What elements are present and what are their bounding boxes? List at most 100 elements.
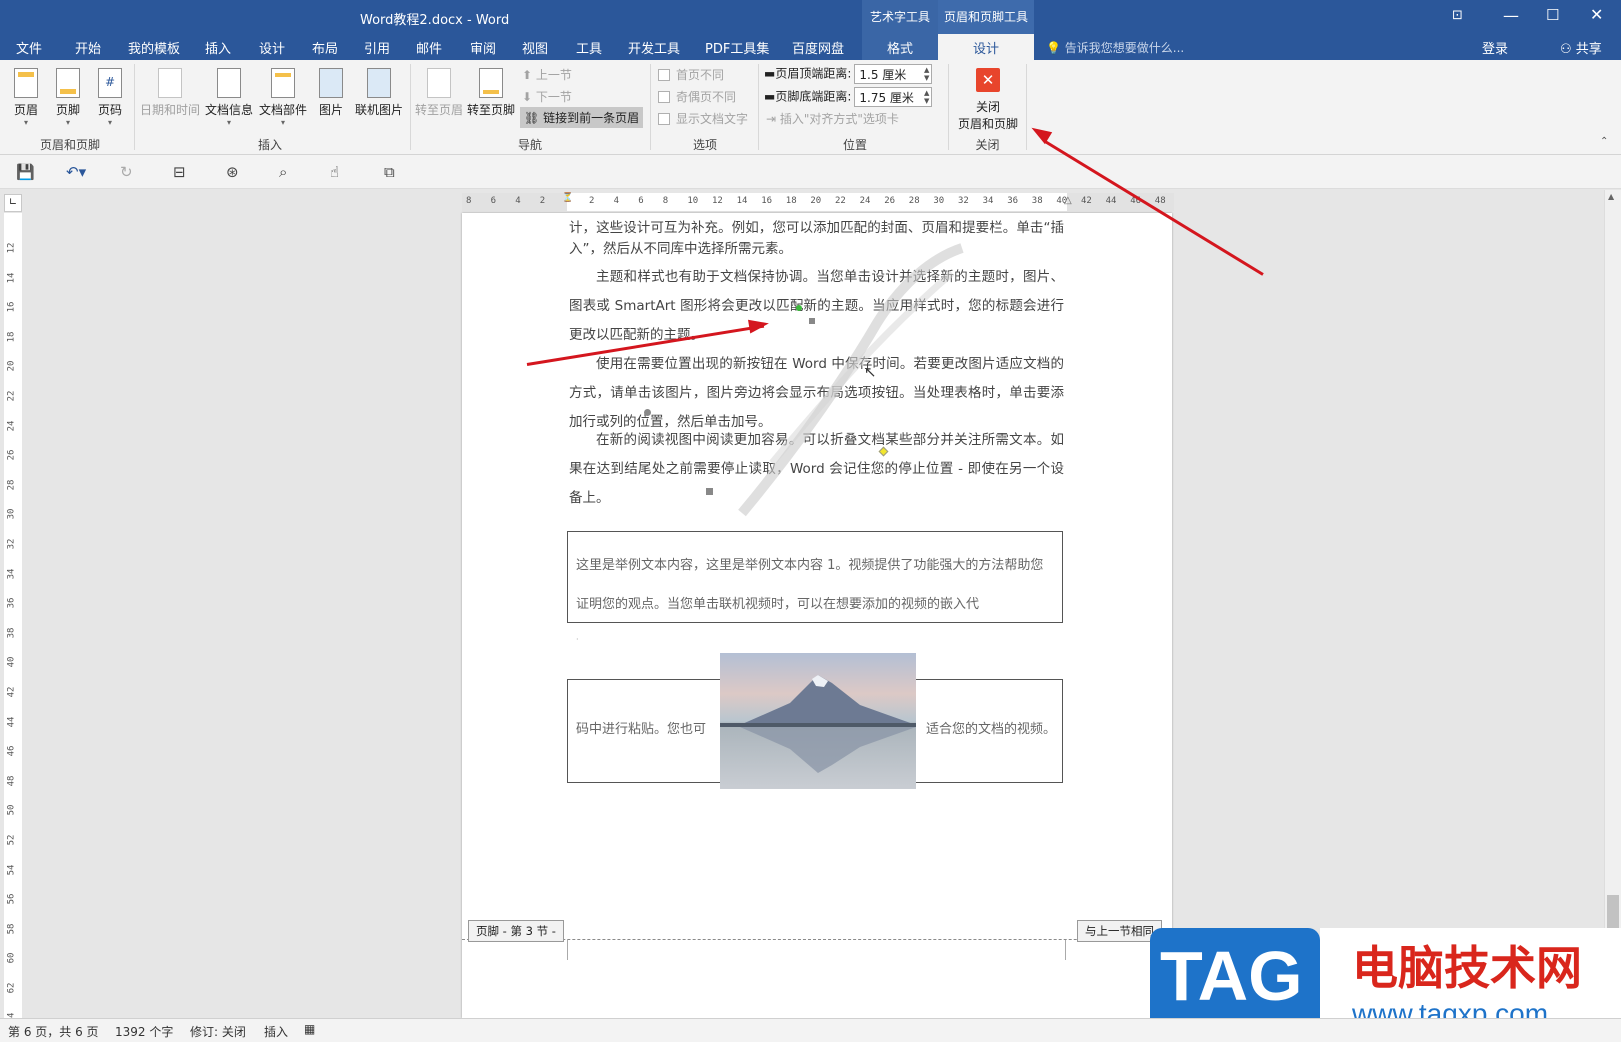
horizontal-ruler[interactable]: 8 6 4 2 2 4 6 8 10 12 14 16 18 20 22 24 26 28 30 32 34 36 38 40… [462,193,1174,211]
mountain-icon [720,675,916,773]
vertical-scrollbar[interactable]: ▲ [1604,190,1621,1018]
tab-file[interactable]: 文件 [16,38,42,57]
undo-icon[interactable]: ↶▾ [66,163,86,181]
scroll-up-icon[interactable]: ▲ [1608,192,1614,201]
touch-mode-icon[interactable]: ☝ [330,163,339,181]
tab-stop-selector[interactable]: ∟ [4,194,22,212]
docinfo-icon [217,68,241,98]
resize-handle[interactable] [644,409,651,416]
close-header-footer-button[interactable]: ✕ 关闭 页眉和页脚 [952,68,1024,132]
link-to-previous-button[interactable]: ⛓ 链接到前一条页眉 [520,107,644,128]
ruler-tick-label: 26 [884,196,896,206]
mountain-lake-picture[interactable] [720,653,916,789]
ruler-tick-label: 14 [6,272,17,284]
wordart-shape[interactable] [702,223,1012,523]
status-page[interactable]: 第 6 页，共 6 页 [8,1023,99,1040]
ruler-tick-label: 60 [6,952,17,964]
goto-header-button[interactable]: 转至页眉 [414,68,464,118]
datetime-button[interactable]: 日期和时间 [140,68,200,118]
globe-picture-icon [367,68,391,98]
tab-view[interactable]: 视图 [522,38,548,57]
header-button[interactable]: 页眉 ▾ [10,68,42,127]
tell-me-box[interactable]: 💡 告诉我您想要做什么... [1046,39,1184,56]
customize-icon[interactable]: ⧉ [384,163,395,181]
ruler-tick-label: 36 [6,597,17,609]
tab-pdftools[interactable]: PDF工具集 [705,38,769,57]
picture-button[interactable]: 图片 [314,68,348,118]
odd-even-diff-checkbox[interactable]: 奇偶页不同 [658,88,736,105]
indent-marker-icon[interactable]: ⏳ [562,193,573,203]
minimize-button[interactable]: — [1503,6,1519,25]
show-doc-text-checkbox[interactable]: 显示文档文字 [658,110,748,127]
online-picture-button[interactable]: 联机图片 [352,68,406,118]
ruler-tick-label: 4 [515,196,521,206]
text-box-1[interactable]: 这里是举例文本内容，这里是举例文本内容 1。视频提供了功能强大的方法帮助您证明您… [567,531,1063,623]
resize-handle[interactable] [706,488,713,495]
redo-icon[interactable]: ↻ [120,163,133,181]
tab-mailings[interactable]: 邮件 [416,38,442,57]
spin-up-icon[interactable]: ▲ [924,89,929,97]
tab-developer[interactable]: 开发工具 [628,38,680,57]
ribbon-display-icon[interactable]: ⊡ [1452,8,1463,23]
status-track-changes[interactable]: 修订: 关闭 [190,1023,246,1040]
tab-mytemplates[interactable]: 我的模板 [128,38,180,57]
footer-icon [56,68,80,98]
ruler-tick-label: 26 [6,449,17,461]
ruler-tick-label: 6 [490,196,497,206]
spin-up-icon[interactable]: ▲ [924,66,929,74]
document-page[interactable]: 计，这些设计可互为补充。例如，您可以添加匹配的封面、页眉和提要栏。单击“插入”，… [462,213,1172,1018]
tab-design[interactable]: 设计 [259,38,285,57]
spin-down-icon[interactable]: ▼ [924,74,929,82]
reading-mode-icon[interactable]: ⊟ [173,163,186,181]
header-distance-input[interactable]: 1.5 厘米 ▲ ▼ [854,64,933,84]
tab-references[interactable]: 引用 [364,38,390,57]
tab-format[interactable]: 格式 [862,34,938,60]
right-indent-icon[interactable]: △ [1064,195,1072,206]
save-icon[interactable]: 💾 [16,163,35,181]
tab-layout[interactable]: 布局 [312,38,338,57]
margin-corner [1065,940,1066,960]
close-window-button[interactable]: ✕ [1590,5,1603,24]
glasses-icon[interactable]: ⊛ [226,163,239,181]
pagenumber-button[interactable]: # 页码 ▾ [94,68,126,127]
docparts-button[interactable]: 文档部件 ▾ [258,68,308,127]
next-section-icon: ⬇ [522,90,533,104]
footer-distance-input[interactable]: 1.75 厘米 ▲ ▼ [854,87,933,107]
docinfo-button[interactable]: 文档信息 ▾ [204,68,254,127]
next-section-button[interactable]: ⬇ 下一节 [522,88,572,105]
footer-button[interactable]: 页脚 ▾ [52,68,84,127]
person-icon: ⚇ [1560,42,1572,57]
tab-insert[interactable]: 插入 [205,38,231,57]
ruler-tick-label: 10 [687,196,699,206]
rotate-handle[interactable] [796,305,802,311]
vertical-ruler[interactable]: 12 14 16 18 20 22 24 26 28 30 32 34 36 38 40 42 44 46 48 50… [4,213,22,1023]
tab-baidupan[interactable]: 百度网盘 [792,38,844,57]
prev-section-button[interactable]: ⬆ 上一节 [522,66,572,83]
resize-handle[interactable] [809,318,815,324]
tab-tools[interactable]: 工具 [576,38,602,57]
goto-footer-button[interactable]: 转至页脚 [466,68,516,118]
status-insert-mode[interactable]: 插入 [264,1023,288,1040]
tab-review[interactable]: 审阅 [470,38,496,57]
ruler-tick-label: 48 [1154,196,1166,206]
print-preview-icon[interactable]: ⌕ [279,163,287,181]
tab-hf-design[interactable]: 设计 [938,34,1034,60]
spin-down-icon[interactable]: ▼ [924,97,929,105]
footer-distance-icon: ▬ [764,89,776,104]
tab-home[interactable]: 开始 [75,38,101,57]
insert-align-tab-button[interactable]: ⇥ 插入"对齐方式"选项卡 [766,110,899,127]
ruler-tick-label: 62 [6,982,17,994]
ruler-tick-label: 56 [6,893,17,905]
collapse-ribbon-icon[interactable]: ⌃ [1600,136,1608,147]
group-label-options: 选项 [692,138,717,152]
tell-me-text: 告诉我您想要做什么... [1064,41,1185,55]
login-link[interactable]: 登录 [1482,38,1508,57]
status-words[interactable]: 1392 个字 [115,1023,173,1040]
share-button[interactable]: ⚇ 共享 [1560,38,1602,57]
ruler-tick-label: 12 [712,196,723,206]
macro-record-icon[interactable]: ▦ [304,1022,315,1036]
ruler-tick-label: 34 [982,196,994,206]
mouse-cursor-icon: ↖ [864,363,877,381]
first-page-diff-checkbox[interactable]: 首页不同 [658,66,724,83]
maximize-button[interactable]: ☐ [1546,6,1559,24]
